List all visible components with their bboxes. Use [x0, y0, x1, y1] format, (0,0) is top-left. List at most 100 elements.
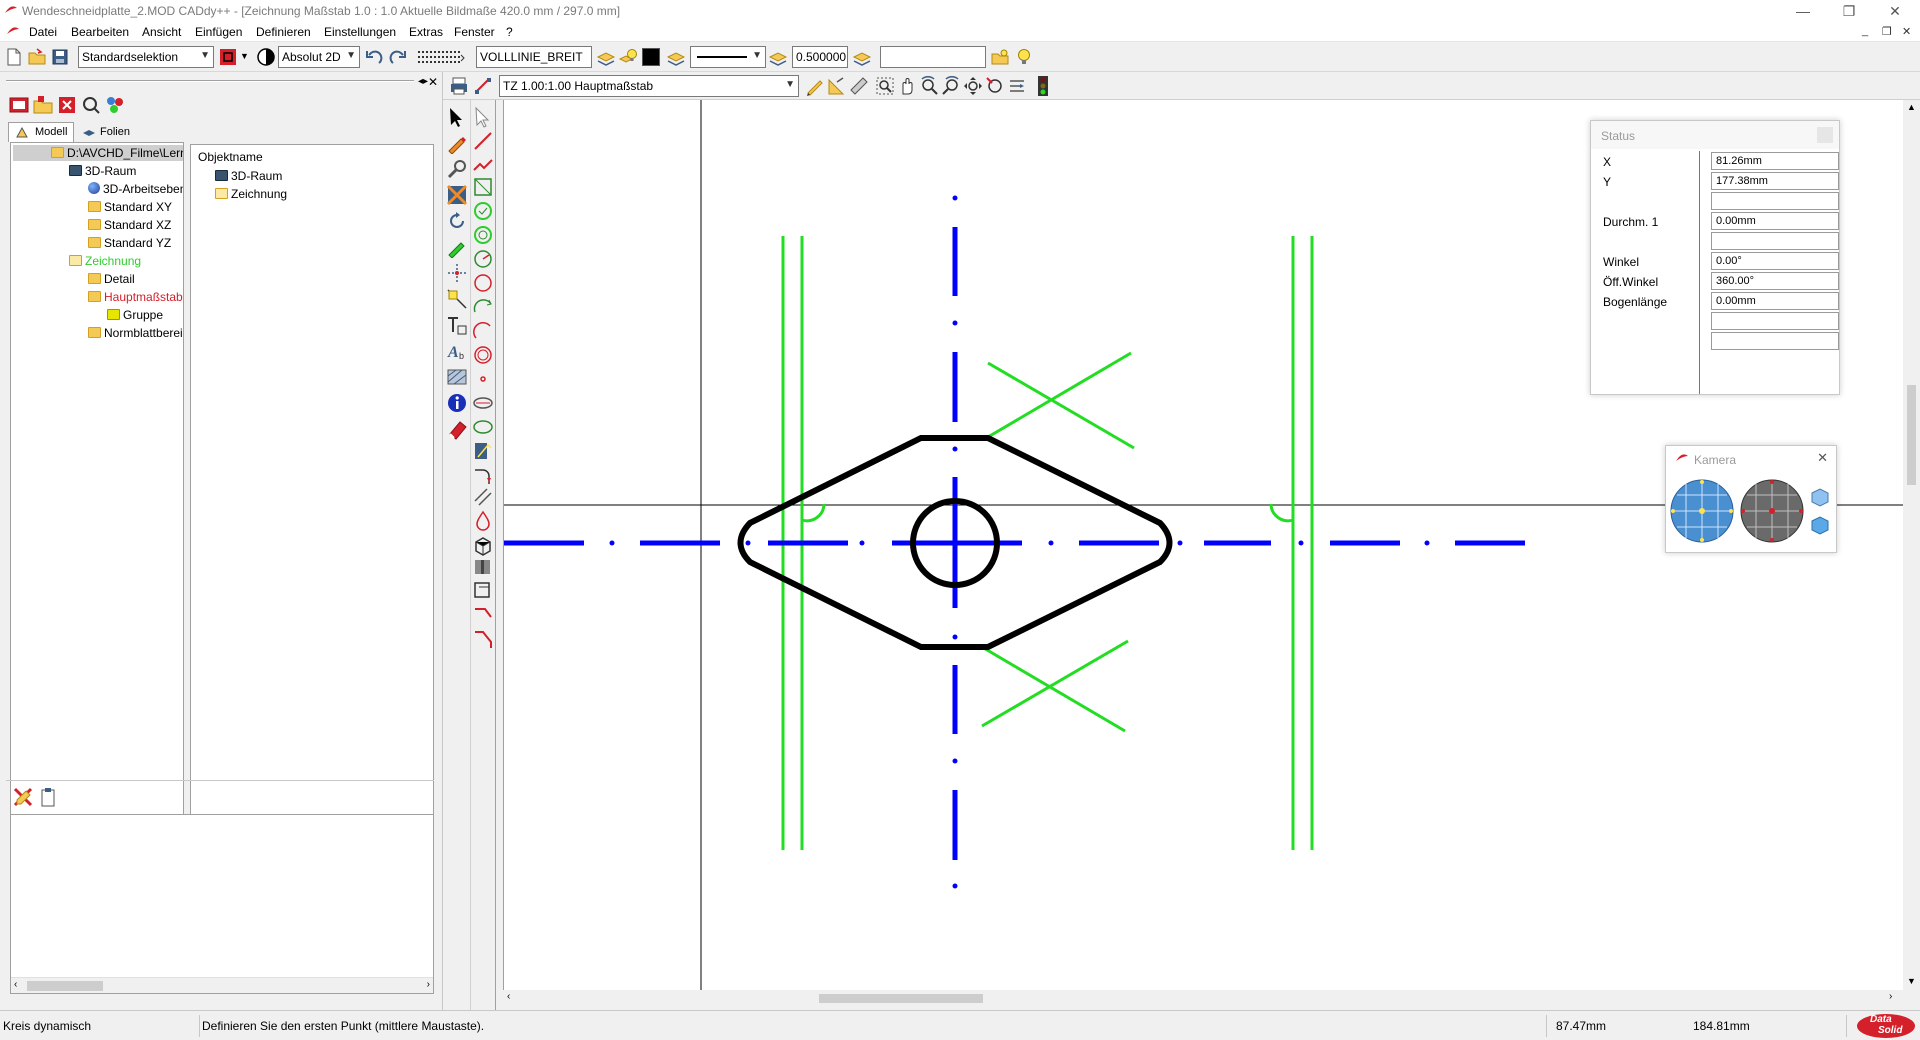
- restore-button[interactable]: ❐: [1826, 0, 1872, 22]
- chamfer-tool-icon[interactable]: [472, 628, 494, 650]
- properties-hscroll[interactable]: ‹ ›: [11, 977, 433, 993]
- zoom-out-icon[interactable]: [941, 76, 961, 96]
- pen-layer-icon[interactable]: [852, 47, 872, 67]
- print-icon[interactable]: [449, 76, 469, 96]
- zoom-all-icon[interactable]: [963, 76, 983, 96]
- pencil-ruler-icon[interactable]: [805, 76, 825, 96]
- circle-tool-icon[interactable]: [472, 272, 494, 294]
- mdi-minimize-button[interactable]: _: [1862, 25, 1868, 37]
- status-window-close-button[interactable]: [1817, 127, 1833, 143]
- delete-tool-icon[interactable]: [56, 94, 78, 116]
- panel-close-icon[interactable]: ✕: [428, 75, 438, 89]
- new-file-icon[interactable]: [4, 47, 24, 67]
- status-field-arc-length[interactable]: 0.00mm: [1711, 292, 1839, 310]
- status-field-empty[interactable]: [1711, 192, 1839, 210]
- bulb-icon[interactable]: [1014, 47, 1034, 67]
- menu-definieren[interactable]: Definieren: [256, 25, 311, 39]
- tree-item-normblattbereich[interactable]: Normblattbereich: [88, 325, 183, 341]
- circle-center-tool-icon[interactable]: [472, 200, 494, 222]
- corner-tool-icon[interactable]: [472, 604, 494, 626]
- layer-icon[interactable]: [596, 47, 616, 67]
- coord-mode-select[interactable]: Absolut 2D ▼: [278, 46, 360, 68]
- color-swatch[interactable]: [642, 48, 660, 66]
- arc-3point-tool-icon[interactable]: [472, 320, 494, 342]
- book-tool-icon[interactable]: [472, 556, 494, 578]
- folder-light-icon[interactable]: [990, 47, 1010, 67]
- edit-pencil-icon[interactable]: [446, 236, 468, 258]
- scale-icon[interactable]: [473, 76, 493, 96]
- circle-radius-tool-icon[interactable]: [472, 248, 494, 270]
- object-item-3d-raum[interactable]: 3D-Raum: [215, 168, 282, 184]
- tree-item-gruppe[interactable]: Gruppe: [107, 307, 163, 323]
- close-button[interactable]: ✕: [1872, 0, 1918, 22]
- tree-item-hauptmassstab[interactable]: Hauptmaßstab: [88, 289, 183, 305]
- scroll-left-icon[interactable]: ‹: [14, 979, 17, 990]
- ruler-icon[interactable]: [849, 76, 869, 96]
- chevron-down-icon[interactable]: ▼: [240, 51, 249, 61]
- arc-tool-icon[interactable]: [472, 296, 494, 318]
- properties-hscroll-thumb[interactable]: [27, 981, 103, 991]
- selection-mode-select[interactable]: Standardselektion ▼: [78, 46, 214, 68]
- tree-root[interactable]: D:\AVCHD_Filme\Lern: [13, 145, 183, 161]
- line-type-field[interactable]: VOLLLINIE_BREIT: [476, 46, 592, 68]
- layer-bulb-icon[interactable]: [618, 47, 638, 67]
- camera-orbit-globe-icon[interactable]: [1669, 478, 1735, 544]
- line-style-select[interactable]: ▼: [690, 46, 766, 68]
- scroll-up-icon[interactable]: ▲: [1907, 102, 1916, 112]
- 3d-box-tool-icon[interactable]: [472, 534, 494, 556]
- menu-bearbeiten[interactable]: Bearbeiten: [71, 25, 129, 39]
- scale-select[interactable]: TZ 1.00:1.00 Hauptmaßstab ▼: [499, 75, 799, 97]
- tree-item-standard-xy[interactable]: Standard XY: [88, 199, 172, 215]
- object-item-zeichnung[interactable]: Zeichnung: [215, 186, 287, 202]
- pan-hand-icon[interactable]: [897, 76, 917, 96]
- panel-grip[interactable]: [6, 80, 414, 82]
- menu-ansicht[interactable]: Ansicht: [142, 25, 181, 39]
- menu-datei[interactable]: Datei: [29, 25, 57, 39]
- fillet-tool-icon[interactable]: [472, 464, 494, 486]
- camera-cube-side-icon[interactable]: [1809, 514, 1831, 536]
- properties-tool-icon[interactable]: [104, 94, 126, 116]
- properties-list[interactable]: ‹ ›: [10, 814, 434, 994]
- tree-item-detail[interactable]: Detail: [88, 271, 135, 287]
- zoom-previous-icon[interactable]: [985, 76, 1005, 96]
- tree-item-3d-raum[interactable]: 3D-Raum: [69, 163, 136, 179]
- select-outline-icon[interactable]: [472, 106, 494, 128]
- selection-color-icon[interactable]: [218, 47, 238, 67]
- panel-tool-icon[interactable]: [8, 94, 30, 116]
- status-field-angle[interactable]: 0.00°: [1711, 252, 1839, 270]
- clipboard-icon[interactable]: [38, 786, 58, 808]
- save-icon[interactable]: [50, 47, 70, 67]
- traffic-light-icon[interactable]: [1037, 75, 1049, 97]
- polyline-tool-icon[interactable]: [472, 154, 494, 176]
- rotate-icon[interactable]: [446, 210, 468, 232]
- rectangle-tool-icon[interactable]: [472, 176, 494, 198]
- tree-item-standard-xz[interactable]: Standard XZ: [88, 217, 171, 233]
- draw-pencil-icon[interactable]: [446, 132, 468, 154]
- tree-item-zeichnung[interactable]: Zeichnung: [69, 253, 141, 269]
- folder-tool-icon[interactable]: [32, 94, 54, 116]
- object-list[interactable]: Objektname 3D-Raum Zeichnung: [190, 144, 434, 850]
- layer-stack-icon[interactable]: [666, 47, 686, 67]
- tree-item-standard-yz[interactable]: Standard YZ: [88, 235, 171, 251]
- snap-point-icon[interactable]: [446, 262, 468, 284]
- status-field-empty[interactable]: [1711, 232, 1839, 250]
- status-field-empty[interactable]: [1711, 312, 1839, 330]
- offset-tool-icon[interactable]: [472, 580, 494, 602]
- menu-einfuegen[interactable]: Einfügen: [195, 25, 242, 39]
- text-input[interactable]: [880, 46, 986, 68]
- hatch-icon[interactable]: [446, 366, 468, 388]
- canvas-hscroll[interactable]: ‹ ›: [503, 990, 1903, 1006]
- line-width-icon[interactable]: [768, 47, 788, 67]
- camera-rotate-globe-icon[interactable]: [1739, 478, 1805, 544]
- triangle-ruler-icon[interactable]: [827, 76, 847, 96]
- camera-close-icon[interactable]: ✕: [1817, 450, 1828, 466]
- panel-collapse-icon[interactable]: ◂▸: [418, 76, 428, 87]
- delete-selection-icon[interactable]: [12, 786, 34, 808]
- canvas-vscroll[interactable]: ▲ ▼: [1903, 100, 1920, 990]
- scroll-right-icon[interactable]: ›: [1889, 991, 1892, 1002]
- tree-item-3d-arbeitsebene[interactable]: 3D-Arbeitsebene: [88, 181, 183, 197]
- zoom-in-icon[interactable]: [919, 76, 939, 96]
- undo-icon[interactable]: [364, 47, 384, 67]
- modify-tools-icon[interactable]: [446, 158, 468, 180]
- status-field-empty[interactable]: [1711, 332, 1839, 350]
